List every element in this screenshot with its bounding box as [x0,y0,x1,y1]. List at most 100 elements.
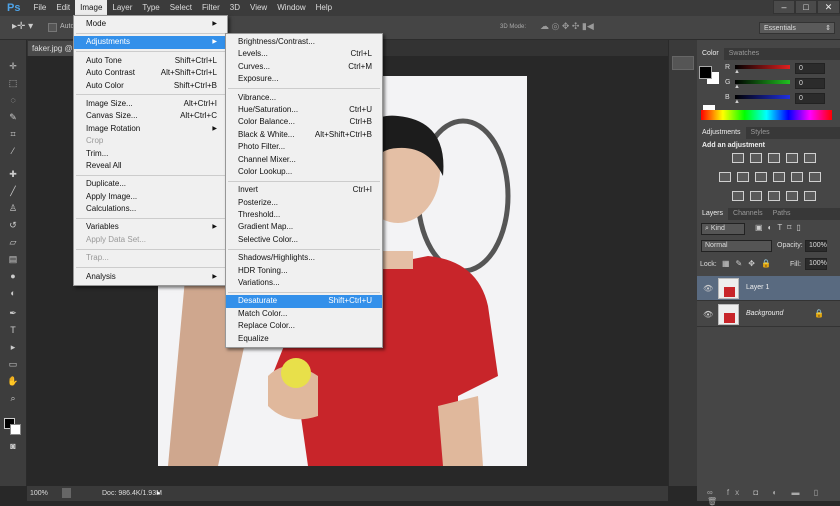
adjustment-icon[interactable] [786,153,798,163]
adjustment-icon[interactable] [791,172,803,182]
menu-item-image-rotation[interactable]: Image Rotation ▶ [74,123,227,135]
menu-item-match-color[interactable]: Match Color... [226,308,382,320]
visibility-eye-icon[interactable]: 👁 [703,284,713,293]
zoom-level[interactable]: 100% [30,490,48,497]
move-tool-icon[interactable]: ✛ [6,60,20,72]
menu-item-replace-color[interactable]: Replace Color... [226,320,382,332]
menu-item-trap[interactable]: Trap... [74,252,227,264]
tab-channels[interactable]: Channels [728,208,768,220]
visibility-eye-icon[interactable]: 👁 [703,310,713,319]
menu-item-levels[interactable]: Levels... Ctrl+L [226,48,382,60]
menu-item-brightness-contrast[interactable]: Brightness/Contrast... [226,36,382,48]
status-menu-arrow-icon[interactable]: ▸ [157,489,161,497]
menu-item-auto-contrast[interactable]: Auto Contrast Alt+Shift+Ctrl+L [74,67,227,79]
menu-item-calculations[interactable]: Calculations... [74,203,227,215]
workspace-select[interactable]: Essentials ⇕ [759,22,835,34]
adjustment-icon[interactable] [732,191,744,201]
tab-color[interactable]: Color [697,48,724,60]
menu-item-adjustments[interactable]: Adjustments ▶ [74,36,227,49]
menu-image[interactable]: Image [75,0,108,16]
menu-item-invert[interactable]: Invert Ctrl+I [226,184,382,196]
menu-window[interactable]: Window [272,0,310,16]
layer-row[interactable]: 👁 Layer 1 [697,276,840,301]
menu-item-canvas-size[interactable]: Canvas Size... Alt+Ctrl+C [74,110,227,122]
menu-filter[interactable]: Filter [197,0,225,16]
menu-item-analysis[interactable]: Analysis ▶ [74,271,227,283]
menu-select[interactable]: Select [165,0,197,16]
pen-tool-icon[interactable]: ✒ [6,307,20,319]
adjustment-icon[interactable] [768,191,780,201]
channel-slider[interactable] [735,65,790,69]
menu-item-variables[interactable]: Variables ▶ [74,221,227,233]
channel-slider[interactable] [735,80,790,84]
channel-value-input[interactable]: 0 [795,63,825,74]
menu-item-photo-filter[interactable]: Photo Filter... [226,141,382,153]
auto-select-checkbox[interactable] [48,23,57,32]
menu-type[interactable]: Type [137,0,164,16]
menu-item-auto-tone[interactable]: Auto Tone Shift+Ctrl+L [74,55,227,67]
healing-tool-icon[interactable]: ✚ [6,168,20,180]
menu-item-reveal-all[interactable]: Reveal All [74,160,227,172]
slider-handle-icon[interactable]: ▲ [734,84,740,90]
marquee-tool-icon[interactable]: ⬚ [6,77,20,89]
adjustment-icon[interactable] [732,153,744,163]
quick-select-tool-icon[interactable]: ✎ [6,111,20,123]
adjustment-icon[interactable] [719,172,731,182]
minimize-button[interactable]: – [773,0,795,14]
dodge-tool-icon[interactable]: ◐ [6,287,20,299]
color-spectrum-bar[interactable] [701,110,832,120]
document-tab[interactable]: faker.jpg @ [28,41,76,56]
layer-filter-select[interactable]: ⌕ Kind [701,223,745,235]
adjustment-icon[interactable] [737,172,749,182]
menu-file[interactable]: File [28,0,51,16]
menu-help[interactable]: Help [311,0,337,16]
type-tool-icon[interactable]: T [6,324,20,336]
menu-layer[interactable]: Layer [107,0,137,16]
menu-item-posterize[interactable]: Posterize... [226,197,382,209]
layer-actions-icons[interactable]: ∞ fx ◘ ◐ ▬ ▯ 🗑 [707,488,840,506]
layer-filter-icons[interactable]: ▣◐T⌑▯ [755,223,806,232]
lock-icons[interactable]: ▦✎✥🔒 [722,259,777,268]
menu-item-selective-color[interactable]: Selective Color... [226,234,382,246]
menu-item-desaturate[interactable]: Desaturate Shift+Ctrl+U [226,295,382,308]
tab-styles[interactable]: Styles [746,127,775,139]
menu-view[interactable]: View [245,0,272,16]
slider-handle-icon[interactable]: ▲ [734,69,740,75]
opacity-input[interactable]: 100% [805,240,827,252]
tab-paths[interactable]: Paths [768,208,796,220]
channel-value-input[interactable]: 0 [795,93,825,104]
menu-edit[interactable]: Edit [51,0,75,16]
adjustment-icon[interactable] [768,153,780,163]
channel-value-input[interactable]: 0 [795,78,825,89]
maximize-button[interactable]: □ [795,0,817,14]
tab-swatches[interactable]: Swatches [724,48,764,60]
path-select-tool-icon[interactable]: ▸ [6,341,20,353]
export-icon[interactable] [62,488,71,498]
adjustment-icon[interactable] [773,172,785,182]
menu-item-threshold[interactable]: Threshold... [226,209,382,221]
foreground-color-chip[interactable] [699,66,712,79]
menu-item-shadows-highlights[interactable]: Shadows/Highlights... [226,252,382,264]
adjustment-icon[interactable] [755,172,767,182]
tab-layers[interactable]: Layers [697,208,729,220]
blend-mode-select[interactable]: Normal [701,240,772,252]
history-brush-icon[interactable]: ↺ [6,219,20,231]
adjustment-icon[interactable] [786,191,798,201]
menu-item-apply-data-set[interactable]: Apply Data Set... [74,234,227,246]
menu-item-variations[interactable]: Variations... [226,277,382,289]
menu-item-gradient-map[interactable]: Gradient Map... [226,221,382,233]
menu-item-hue-saturation[interactable]: Hue/Saturation... Ctrl+U [226,104,382,116]
menu-item-mode[interactable]: Mode ▶ [74,18,227,30]
menu-item-curves[interactable]: Curves... Ctrl+M [226,61,382,73]
adjustment-icon[interactable] [804,191,816,201]
menu-item-image-size[interactable]: Image Size... Alt+Ctrl+I [74,98,227,110]
channel-slider[interactable] [735,95,790,99]
fill-input[interactable]: 100% [805,258,827,270]
background-color-swatch[interactable] [10,424,21,435]
adjustment-icon[interactable] [750,153,762,163]
menu-item-vibrance[interactable]: Vibrance... [226,92,382,104]
menu-item-color-lookup[interactable]: Color Lookup... [226,166,382,178]
close-button[interactable]: ✕ [817,0,840,14]
menu-item-hdr-toning[interactable]: HDR Toning... [226,265,382,277]
menu-3d[interactable]: 3D [225,0,245,16]
